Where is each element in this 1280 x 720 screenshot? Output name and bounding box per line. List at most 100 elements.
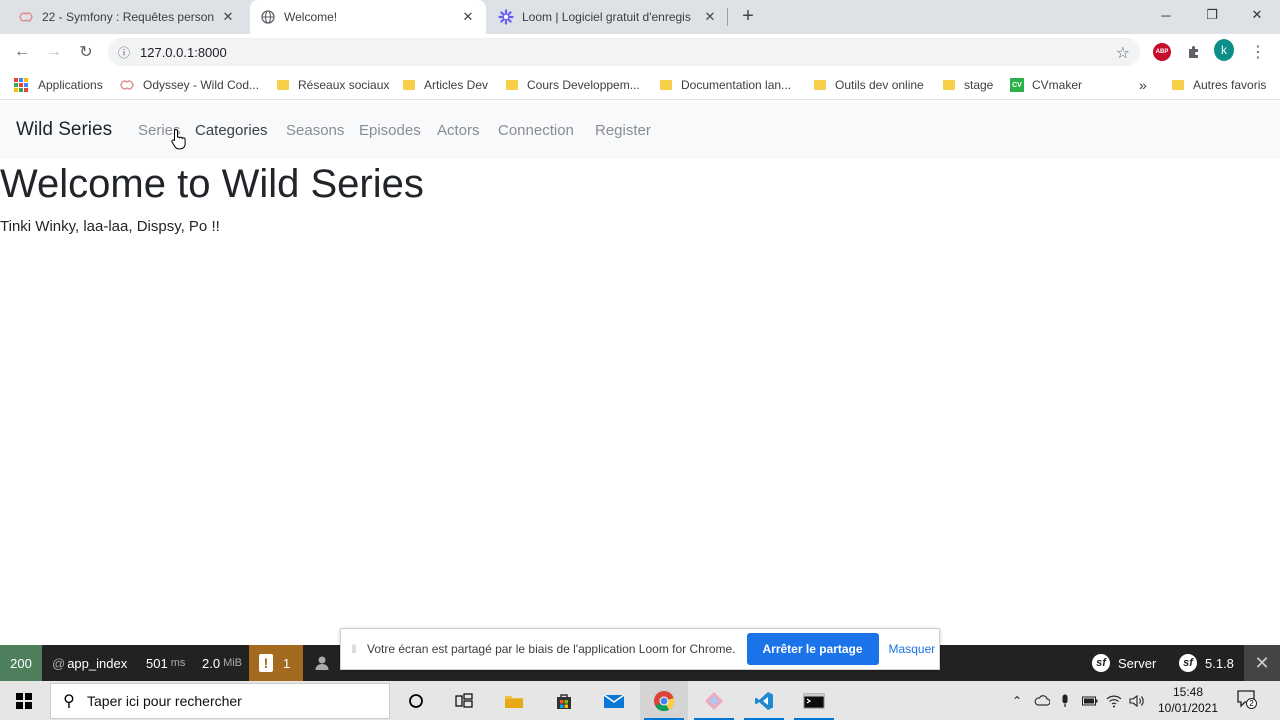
server-panel[interactable]: sf Server [1092,645,1156,681]
folder-icon [403,80,415,90]
user-icon [315,656,329,670]
new-tab-plus-icon[interactable]: + [736,5,760,29]
show-hidden-icons-chevron-icon[interactable]: ⌃ [1012,681,1022,720]
bookmark-folder-articles[interactable]: Articles Dev [403,76,488,94]
loom-sharing-banner: ‖ Votre écran est partagé par le biais d… [340,628,940,670]
action-center-notification-icon[interactable]: 2 [1236,689,1257,709]
windows-logo-icon [16,692,32,709]
profile-avatar[interactable]: k [1214,39,1234,61]
nav-link-episodes[interactable]: Episodes [359,122,421,139]
close-window-icon[interactable]: ✕ [1234,0,1280,30]
bookmarks-overflow-chevron-icon[interactable]: » [1139,76,1147,94]
adblock-extension-icon[interactable]: ABP [1152,42,1172,62]
bookmark-cvmaker[interactable]: CV CVmaker [1010,76,1082,94]
minimize-icon[interactable]: ─ [1143,0,1189,30]
close-tab-icon[interactable]: ✕ [702,9,718,25]
symfony-version-panel[interactable]: sf 5.1.8 [1179,645,1234,681]
close-tab-icon[interactable]: ✕ [460,9,476,25]
battery-icon[interactable] [1082,681,1098,720]
folder-icon [660,80,672,90]
wifi-icon[interactable] [1106,681,1122,720]
time-value: 501 [146,655,168,671]
bookmark-folder-outils[interactable]: Outils dev online [814,76,924,94]
vscode-icon[interactable] [740,681,788,720]
browser-tab-strip: 22 - Symfony : Requêtes personn ✕ Welcom… [0,0,1280,34]
folder-icon [943,80,955,90]
abp-badge: ABP [1153,43,1171,61]
bookmark-folder-autres[interactable]: Autres favoris [1172,76,1266,94]
extensions-puzzle-icon[interactable] [1184,42,1204,62]
symfony-logo-icon: sf [1092,654,1110,672]
info-icon[interactable]: ⓘ [108,44,140,61]
bookmark-folder-documentation[interactable]: Documentation lan... [660,76,791,94]
clock-time: 15:48 [1172,685,1204,699]
page-lead-text: Tinki Winky, laa-laa, Dispsy, Po !! [0,218,220,235]
bookmark-label: Documentation lan... [681,78,792,92]
restore-icon[interactable]: ❐ [1189,0,1235,30]
site-navbar: Wild Series Series Categories Seasons Ep… [0,103,1280,159]
tab-welcome[interactable]: Welcome! ✕ [250,0,486,34]
taskbar-clock[interactable]: 15:48 10/01/2021 [1152,684,1224,716]
site-brand[interactable]: Wild Series [16,119,112,141]
reload-icon[interactable]: ↻ [74,40,98,64]
kebab-menu-icon[interactable]: ⋮ [1246,40,1270,64]
bookmark-label: stage [964,78,994,92]
nav-link-seasons[interactable]: Seasons [286,122,344,139]
search-icon: ⚲ [63,693,75,710]
bookmark-folder-cours[interactable]: Cours Developpem... [506,76,640,94]
tab-symfony[interactable]: 22 - Symfony : Requêtes personn ✕ [8,0,246,34]
tab-title: 22 - Symfony : Requêtes personn [42,10,214,24]
apps-grid-icon [14,78,28,92]
bookmark-label: Autres favoris [1193,78,1267,92]
task-view-icon[interactable] [440,681,488,720]
onedrive-cloud-icon[interactable] [1034,681,1050,720]
nav-link-actors[interactable]: Actors [437,122,480,139]
git-app-icon[interactable] [690,681,738,720]
bookmark-label: Applications [38,78,103,92]
mail-icon[interactable] [590,681,638,720]
bookmark-applications[interactable]: Applications [14,76,103,94]
windows-taskbar: ⚲ Taper ici pour rechercher ⌃ 15:48 10/0… [0,681,1280,720]
bookmark-star-icon[interactable]: ☆ [1116,43,1130,63]
warnings-panel[interactable]: ! 1 [249,645,303,681]
time-unit: ms [170,657,186,669]
toolbar-close-icon[interactable]: ✕ [1244,645,1280,681]
file-explorer-icon[interactable] [490,681,538,720]
microsoft-store-icon[interactable] [540,681,588,720]
volume-icon[interactable] [1129,681,1145,720]
tab-loom[interactable]: Loom | Logiciel gratuit d'enregis ✕ [488,0,728,34]
status-code-badge[interactable]: 200 [0,645,42,681]
drag-handle-icon[interactable]: ‖ [341,642,367,656]
microphone-icon[interactable] [1060,681,1070,720]
taskbar-search-box[interactable]: ⚲ Taper ici pour rechercher [50,683,390,719]
address-bar[interactable]: ⓘ 127.0.0.1:8000 ☆ [108,38,1140,66]
hide-banner-link[interactable]: Masquer [889,642,936,656]
close-tab-icon[interactable]: ✕ [220,9,236,25]
memory-panel[interactable]: 2.0 MiB [202,645,242,681]
nav-link-categories[interactable]: Categories [195,122,268,139]
windows-start-button[interactable] [0,681,48,720]
back-arrow-icon[interactable]: ← [10,40,34,64]
bookmark-folder-reseaux[interactable]: Réseaux sociaux [277,76,389,94]
bookmark-label: Articles Dev [424,78,489,92]
nav-link-register[interactable]: Register [595,122,651,139]
tab-title: Loom | Logiciel gratuit d'enregis [522,10,691,24]
bookmark-odyssey[interactable]: Odyssey - Wild Cod... [119,76,259,94]
cortana-circle-icon[interactable] [392,681,440,720]
status-code: 200 [10,655,32,671]
time-panel[interactable]: 501 ms [146,645,185,681]
route-panel[interactable]: @ app_index [52,645,127,681]
hand-pointer-cursor-icon [171,128,187,150]
stop-sharing-button[interactable]: Arrêter le partage [746,633,879,665]
url-text[interactable]: 127.0.0.1:8000 [140,45,227,60]
forward-arrow-icon[interactable]: → [42,40,66,64]
avatar-initial: k [1214,39,1234,61]
user-panel[interactable] [314,645,330,681]
nav-link-connection[interactable]: Connection [498,122,574,139]
odyssey-favicon-icon [18,9,34,25]
globe-icon [260,9,276,25]
chrome-taskbar-icon[interactable] [640,681,688,720]
bookmark-folder-stage[interactable]: stage [943,76,993,94]
folder-icon [506,80,518,90]
terminal-icon[interactable] [790,681,838,720]
